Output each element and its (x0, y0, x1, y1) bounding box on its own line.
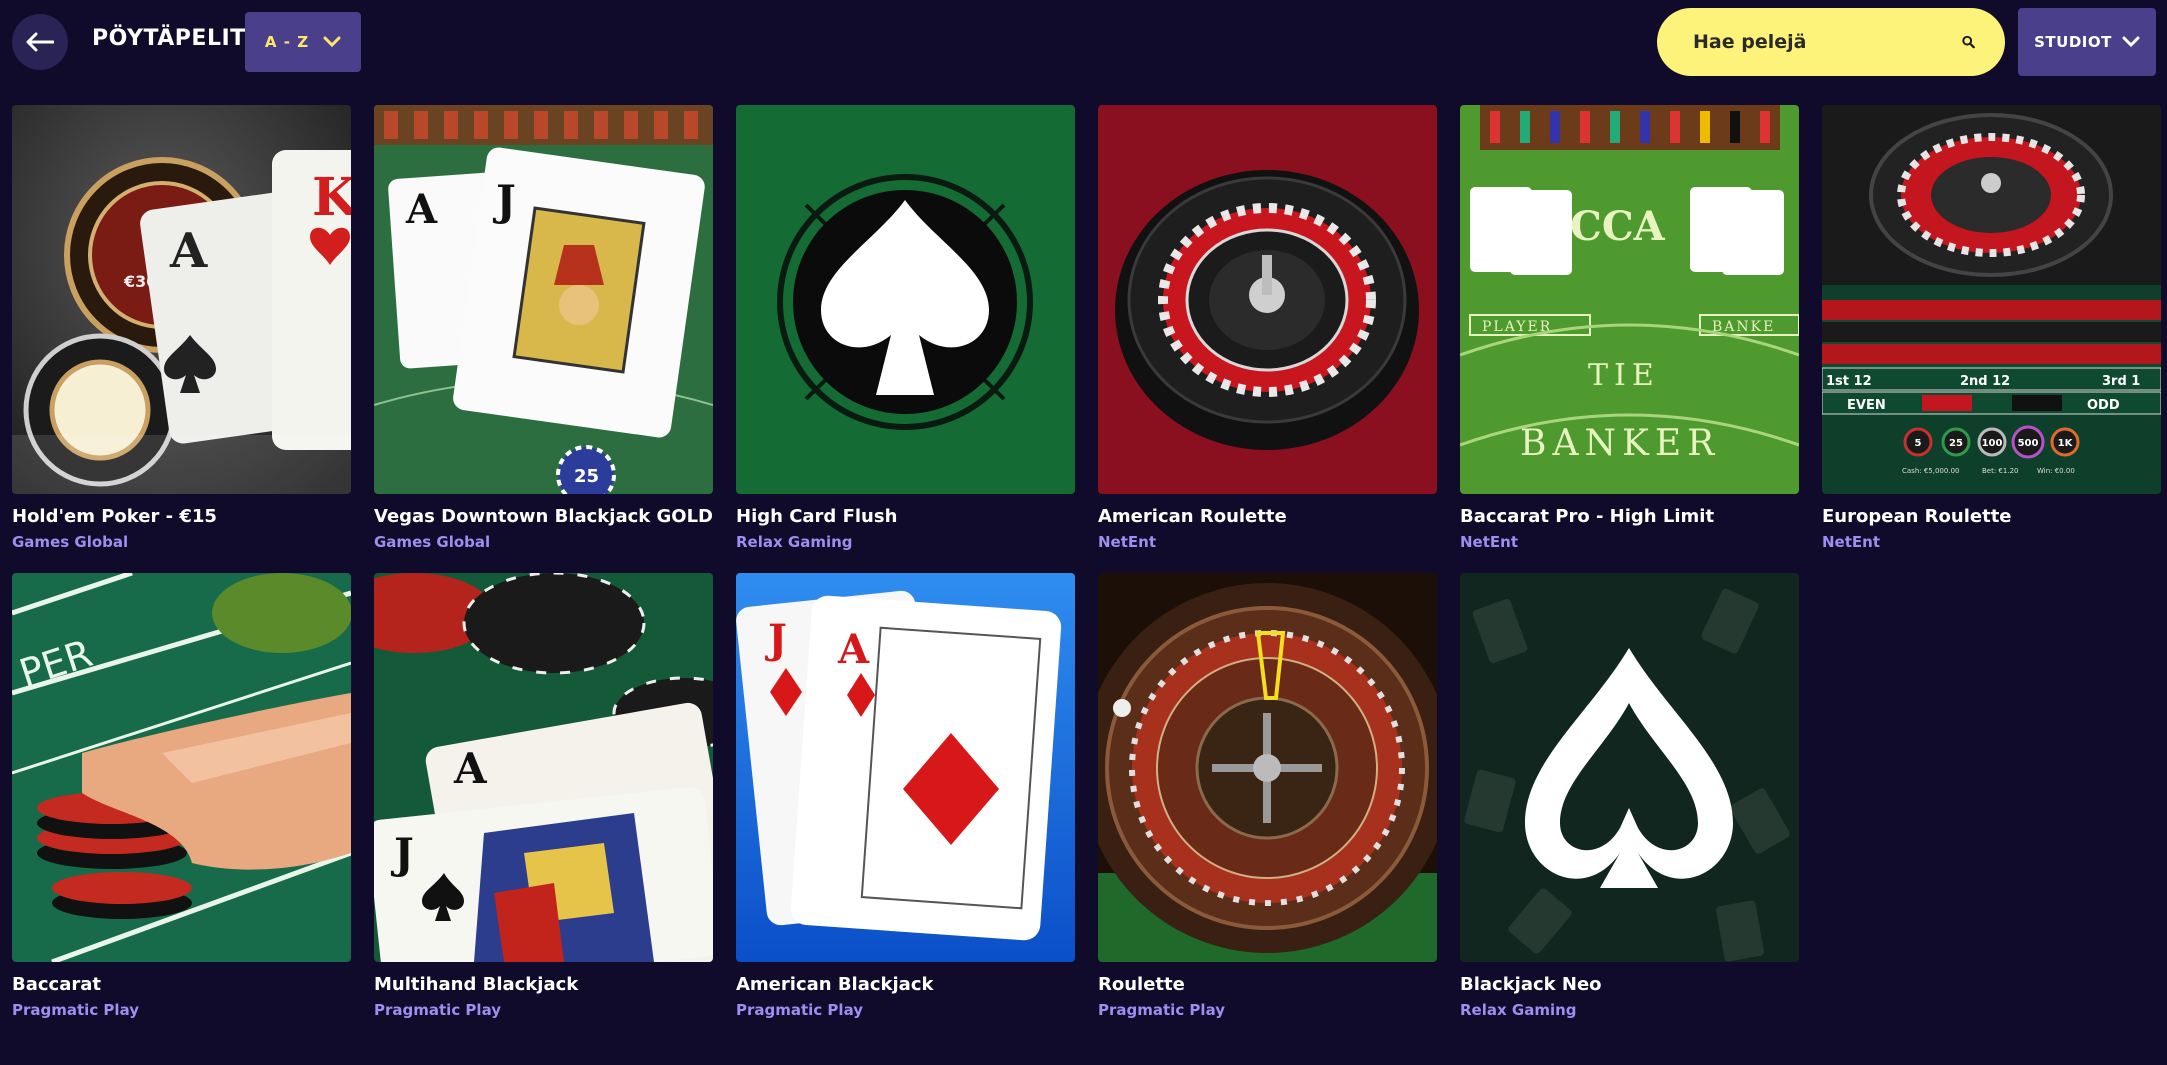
game-card[interactable]: 1st 12 2nd 12 3rd 1 EVEN ODD 5 25 100 50… (1822, 105, 2161, 551)
chip-1k[interactable]: 1K (2058, 438, 2074, 449)
game-card[interactable]: High Card Flush Relax Gaming (736, 105, 1075, 551)
card-rank-j: J (492, 176, 516, 225)
american-roulette-artwork (1098, 105, 1437, 494)
game-card[interactable]: American Roulette NetEnt (1098, 105, 1437, 551)
holdem-poker-artwork: €30 A K (12, 105, 351, 494)
game-card[interactable]: Blackjack Neo Relax Gaming (1460, 573, 1799, 1019)
roulette-artwork (1098, 573, 1437, 962)
game-card[interactable]: J A American Blackjack Pragmatic Play (736, 573, 1075, 1019)
game-title[interactable]: Vegas Downtown Blackjack GOLD (374, 506, 713, 527)
search-icon[interactable] (1962, 32, 1975, 52)
game-card[interactable]: A J 25 Vegas Downtown Blackjack GOLD Gam… (374, 105, 713, 551)
game-studio: Pragmatic Play (12, 1001, 140, 1019)
card-rank-j: J (765, 616, 787, 663)
odd-label: ODD (2087, 398, 2120, 413)
back-button[interactable] (12, 14, 68, 70)
game-card[interactable]: CCA PLAYER BANKE TIE BANKER Baccarat Pro… (1460, 105, 1799, 551)
arrow-left-icon (26, 32, 54, 52)
game-studio: Pragmatic Play (374, 1001, 502, 1019)
baccarat-pro-artwork: CCA PLAYER BANKE TIE BANKER (1460, 105, 1799, 494)
sort-label: A - Z (264, 33, 310, 51)
bet-readout: Bet: €1.20 (1982, 467, 2018, 475)
game-title[interactable]: Multihand Blackjack (374, 974, 713, 995)
search-input[interactable] (1691, 30, 1962, 54)
game-thumbnail[interactable]: CCA PLAYER BANKE TIE BANKER (1460, 105, 1799, 494)
card-rank-a: A (169, 223, 208, 279)
game-studio: NetEnt (1460, 533, 1518, 551)
game-title[interactable]: American Blackjack (736, 974, 1075, 995)
even-label: EVEN (1847, 398, 1886, 413)
game-thumbnail[interactable]: A J 25 (374, 105, 713, 494)
game-thumbnail[interactable]: 1st 12 2nd 12 3rd 1 EVEN ODD 5 25 100 50… (1822, 105, 2161, 494)
game-title[interactable]: Baccarat (12, 974, 351, 995)
chip-100[interactable]: 100 (1982, 438, 2003, 449)
cash-readout: Cash: €5,000.00 (1902, 467, 1959, 475)
chevron-down-icon (323, 36, 341, 48)
game-studio: Pragmatic Play (736, 1001, 864, 1019)
game-title[interactable]: High Card Flush (736, 506, 1075, 527)
game-thumbnail[interactable] (1098, 105, 1437, 494)
game-thumbnail[interactable]: €30 A K (12, 105, 351, 494)
top-bar: PÖYTÄPELIT A - Z STUDIOT (0, 0, 2167, 84)
chip-5[interactable]: 5 (1915, 438, 1922, 449)
chip-value-text: 25 (574, 466, 599, 487)
baccarat-artwork: PER (12, 573, 351, 962)
game-studio: Games Global (374, 533, 491, 551)
multihand-blackjack-artwork: A J (374, 573, 713, 962)
dozen-1-label: 1st 12 (1826, 374, 1872, 389)
game-studio: Games Global (12, 533, 129, 551)
game-thumbnail[interactable]: A J (374, 573, 713, 962)
card-rank-a: A (837, 626, 870, 673)
chip-500[interactable]: 500 (2018, 438, 2039, 449)
european-roulette-artwork: 1st 12 2nd 12 3rd 1 EVEN ODD 5 25 100 50… (1822, 105, 2161, 494)
game-thumbnail[interactable] (1460, 573, 1799, 962)
game-title[interactable]: Baccarat Pro - High Limit (1460, 506, 1799, 527)
game-title[interactable]: Roulette (1098, 974, 1437, 995)
game-thumbnail[interactable]: J A (736, 573, 1075, 962)
blackjack-neo-artwork (1460, 573, 1799, 962)
dozen-3-label: 3rd 1 (2102, 374, 2140, 389)
card-rank-a: A (453, 744, 488, 793)
game-card[interactable]: A J Multihand Blackjack Pragmatic Play (374, 573, 713, 1019)
game-studio: Pragmatic Play (1098, 1001, 1226, 1019)
game-title[interactable]: American Roulette (1098, 506, 1437, 527)
high-card-flush-artwork (736, 105, 1075, 494)
search-bar (1657, 8, 2005, 76)
dozen-2-label: 2nd 12 (1960, 374, 2010, 389)
game-thumbnail[interactable]: PER (12, 573, 351, 962)
game-studio: Relax Gaming (736, 533, 853, 551)
studios-dropdown[interactable]: STUDIOT (2018, 8, 2156, 76)
chip-25[interactable]: 25 (1949, 438, 1963, 449)
game-studio: NetEnt (1822, 533, 1880, 551)
chevron-down-icon (2122, 36, 2140, 48)
studios-label: STUDIOT (2034, 33, 2112, 51)
game-studio: Relax Gaming (1460, 1001, 1577, 1019)
page-title: PÖYTÄPELIT (92, 26, 246, 51)
game-card[interactable]: Roulette Pragmatic Play (1098, 573, 1437, 1019)
american-blackjack-artwork: J A (736, 573, 1075, 962)
sort-dropdown[interactable]: A - Z (245, 12, 361, 72)
vegas-blackjack-artwork: A J 25 (374, 105, 713, 494)
baccarat-banner-text: CCA (1570, 203, 1666, 250)
game-card[interactable]: €30 A K Hold'em Poker - €15 Games Global (12, 105, 351, 551)
game-card[interactable]: PER Baccarat Pragmatic Play (12, 573, 351, 1019)
game-grid: €30 A K Hold'em Poker - €15 Games Global (12, 105, 2161, 1019)
game-title[interactable]: Hold'em Poker - €15 (12, 506, 351, 527)
game-studio: NetEnt (1098, 533, 1156, 551)
card-rank-a: A (405, 186, 438, 233)
game-title[interactable]: European Roulette (1822, 506, 2161, 527)
tie-label: TIE (1588, 358, 1660, 393)
win-readout: Win: €0.00 (2037, 467, 2075, 475)
game-thumbnail[interactable] (1098, 573, 1437, 962)
game-thumbnail[interactable] (736, 105, 1075, 494)
card-rank-k: K (312, 167, 351, 228)
card-rank-j: J (390, 829, 414, 878)
game-title[interactable]: Blackjack Neo (1460, 974, 1799, 995)
banker-label: BANKER (1520, 423, 1720, 464)
